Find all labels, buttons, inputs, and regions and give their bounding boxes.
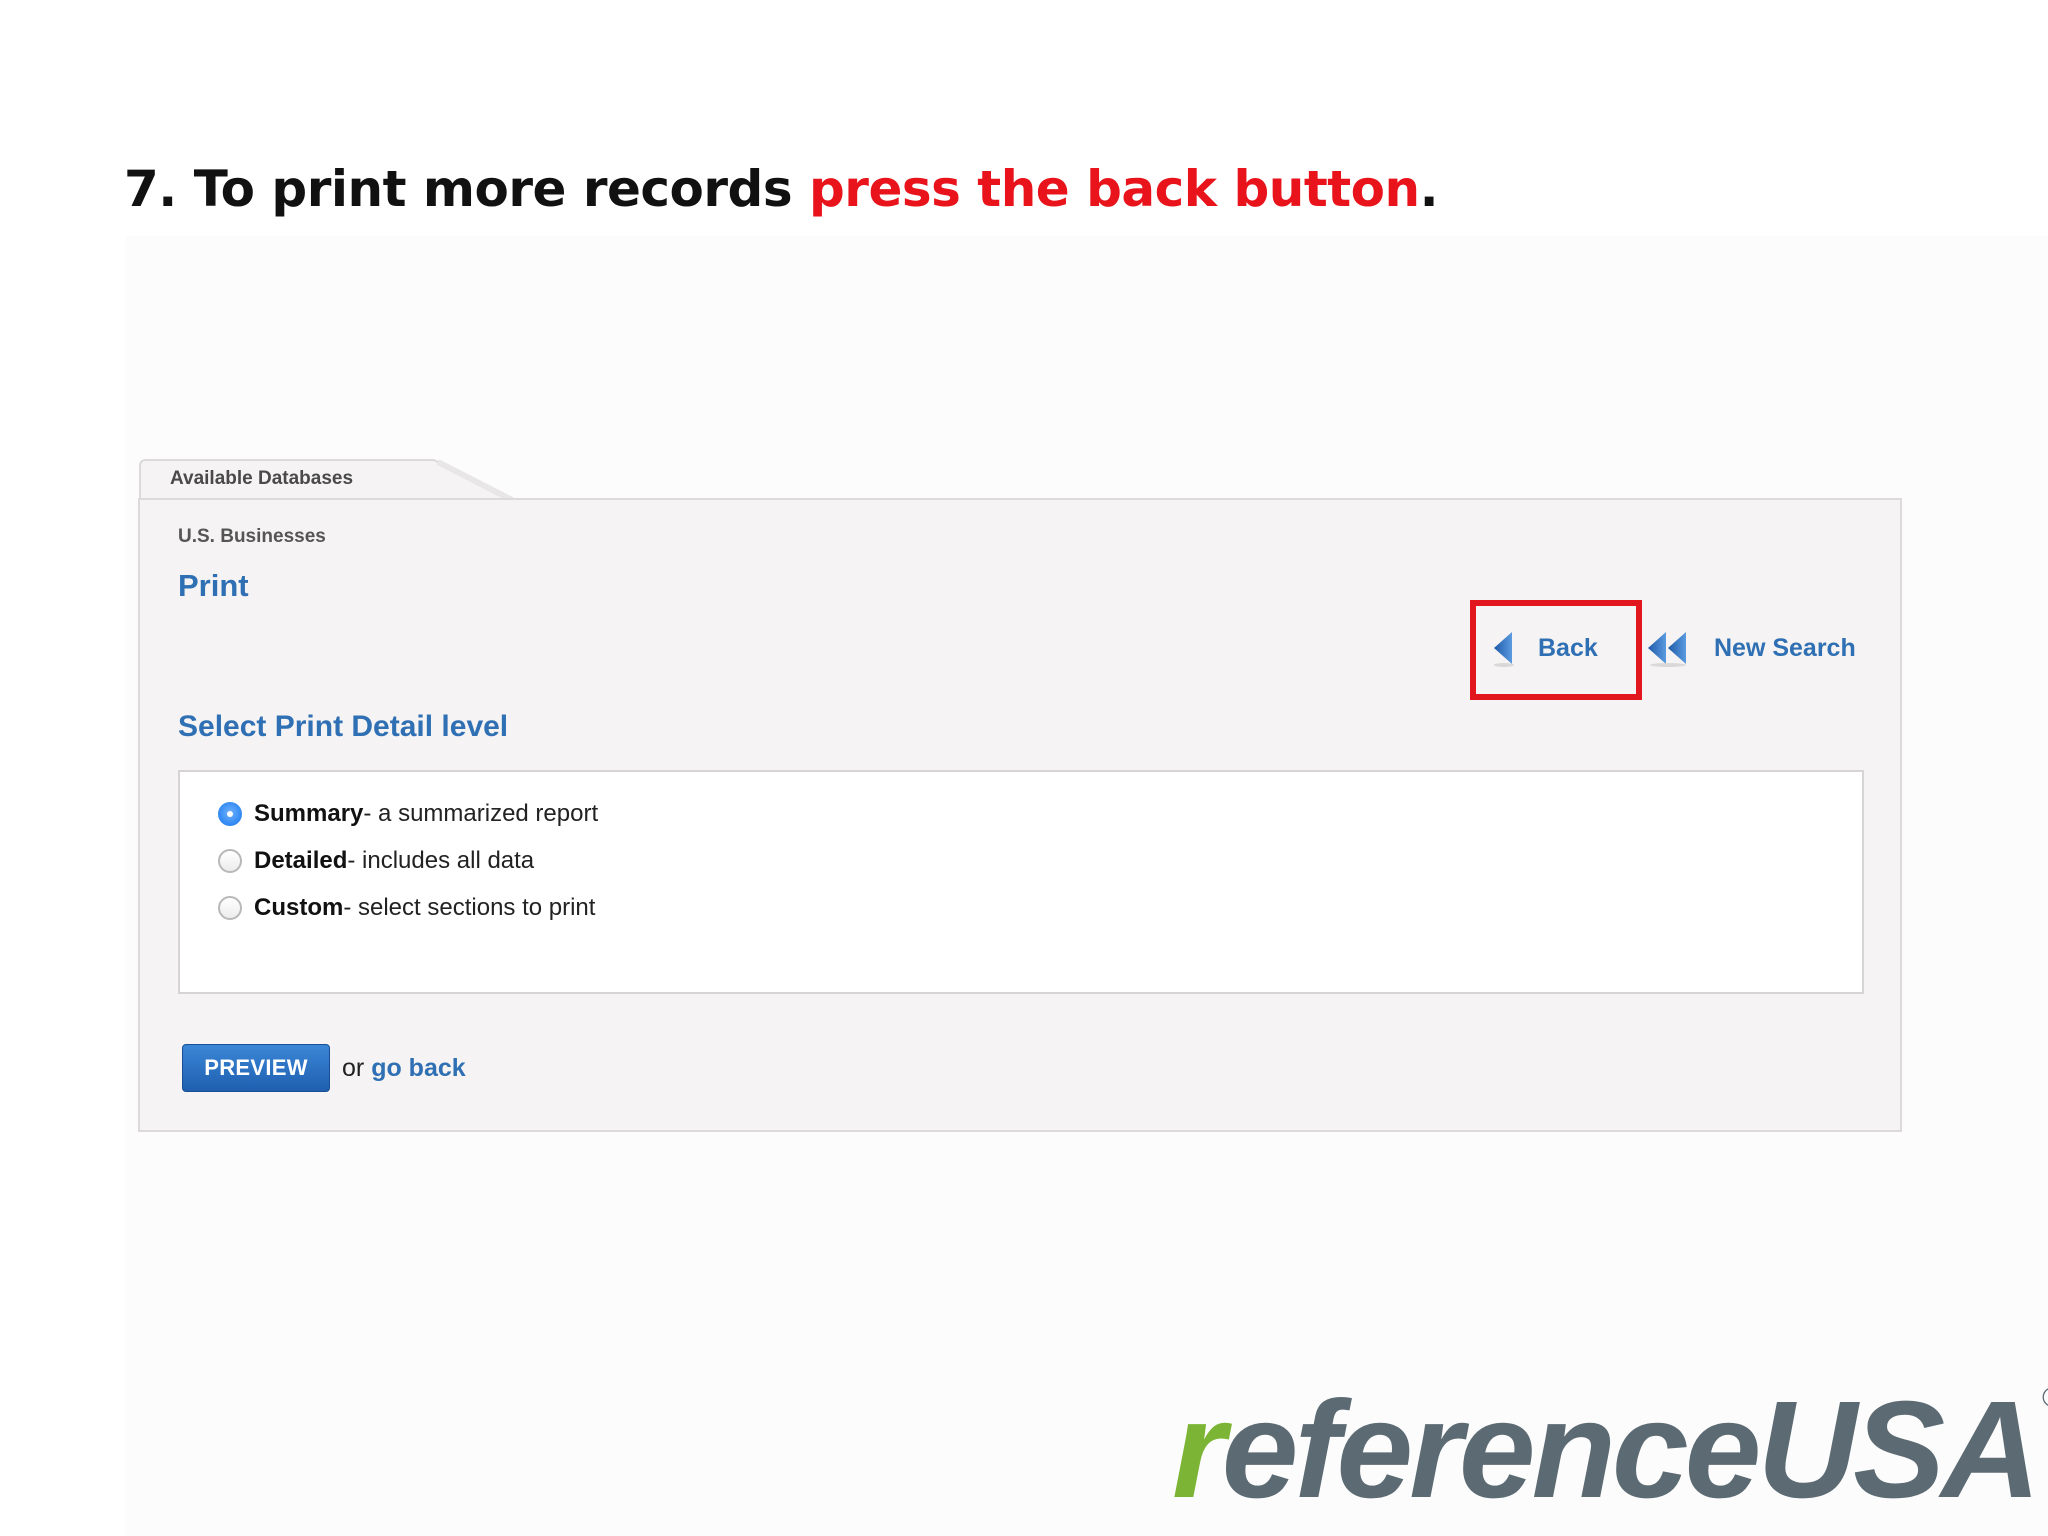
slide: 7. To print more records press the back …	[0, 0, 2048, 1536]
option-summary-description: - a summarized report	[363, 800, 599, 827]
logo-r: r	[1172, 1373, 1226, 1527]
new-search-label: New Search	[1714, 633, 1856, 662]
section-title: Select Print Detail level	[178, 710, 509, 743]
double-arrow-left-icon	[1648, 632, 1686, 667]
instruction-prefix: 7. To print more records	[124, 160, 810, 218]
database-name: U.S. Businesses	[178, 526, 326, 547]
back-highlight-box	[1470, 600, 1642, 700]
instruction-highlight: press the back button	[809, 160, 1420, 218]
registered-mark: ®	[2042, 1384, 2048, 1412]
instruction-heading: 7. To print more records press the back …	[124, 160, 1439, 218]
or-go-back: or go back	[342, 1054, 466, 1083]
radio-summary[interactable]	[218, 802, 242, 826]
referenceusa-logo: referenceUSA®	[1172, 1380, 2048, 1520]
page-title: Print	[178, 568, 249, 603]
option-custom[interactable]: Custom - select sections to print	[218, 891, 595, 925]
option-summary-name: Summary	[254, 800, 364, 827]
or-text: or	[342, 1054, 372, 1082]
option-custom-description: - select sections to print	[343, 894, 596, 921]
option-summary[interactable]: Summary - a summarized report	[218, 797, 598, 831]
tab-label: Available Databases	[170, 468, 354, 489]
option-custom-name: Custom	[254, 894, 344, 921]
logo-rest: eferenceUSA	[1221, 1373, 2041, 1527]
tab-available-databases[interactable]: Available Databases	[138, 458, 518, 500]
go-back-link[interactable]: go back	[371, 1054, 465, 1082]
option-detailed[interactable]: Detailed - includes all data	[218, 844, 534, 878]
radio-detailed[interactable]	[218, 849, 242, 873]
instruction-suffix: .	[1419, 160, 1439, 218]
new-search-button[interactable]: New Search	[1642, 628, 1856, 668]
option-detailed-description: - includes all data	[347, 847, 535, 874]
preview-button[interactable]: PREVIEW	[182, 1044, 330, 1092]
option-detailed-name: Detailed	[254, 847, 348, 874]
radio-custom[interactable]	[218, 896, 242, 920]
